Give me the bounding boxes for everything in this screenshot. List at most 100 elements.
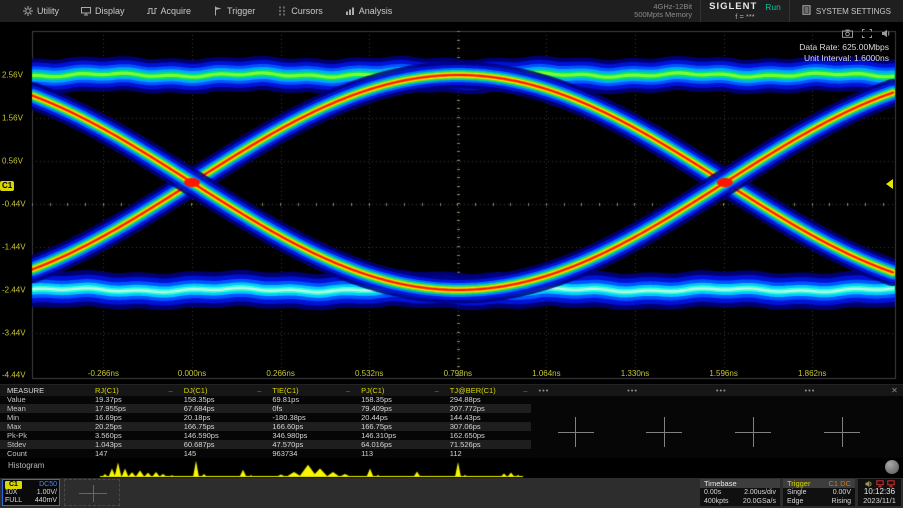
add-measurement-button[interactable]: [558, 417, 594, 447]
system-info: 4GHz-12Bit 500Mpts Memory: [634, 3, 692, 20]
menu-item-display[interactable]: Display: [70, 0, 136, 22]
collapse-column-button[interactable]: –: [523, 386, 527, 395]
measure-value-cell: 147: [88, 449, 177, 458]
unit-interval-readout: Unit Interval: 1.6000ns: [799, 53, 889, 64]
measure-value-cell: 158.35ps: [177, 396, 266, 405]
menu-item-acquire[interactable]: Acquire: [136, 0, 203, 22]
menu-item-analysis[interactable]: Analysis: [334, 0, 404, 22]
hint-bubble[interactable]: [885, 460, 899, 474]
measure-value-cell: 162.650ps: [443, 431, 532, 440]
add-measurement-button[interactable]: [646, 417, 682, 447]
timebase-descriptor[interactable]: Timebase 0.00s 2.00us/div 400kpts 20.0GS…: [700, 479, 780, 506]
edge-cell: [886, 413, 903, 422]
collapse-column-button[interactable]: –: [435, 386, 439, 395]
plot-corner-icons: [842, 25, 891, 43]
measure-value-cell: 307.06ps: [443, 422, 532, 431]
measure-value-cell: 294.88ps: [443, 396, 532, 405]
measure-column-header[interactable]: TJ@BER(C1)–: [443, 385, 532, 396]
measure-table-close-button[interactable]: ✕: [886, 385, 903, 396]
timebase-delay: 0.00s: [704, 488, 721, 497]
empty-measure-column-header: •••: [709, 385, 798, 396]
y-axis-tick-label: -1.44V: [2, 243, 26, 252]
measure-value-cell: 207.772ps: [443, 404, 532, 413]
eye-diagram-canvas[interactable]: [0, 22, 903, 384]
add-measurement-button[interactable]: [824, 417, 860, 447]
system-settings-label: SYSTEM SETTINGS: [816, 7, 891, 16]
x-axis-tick-label: 0.532ns: [355, 369, 383, 378]
empty-cell: [620, 396, 709, 405]
camera-icon[interactable]: [842, 25, 853, 43]
trigger-frequency-readout: f = ***: [709, 12, 781, 21]
waveform-display: 2.56V1.56V0.56V-0.44V-1.44V-2.44V-3.44V-…: [0, 22, 903, 384]
acquire-icon: [147, 6, 157, 16]
measure-value-cell: 71.526ps: [443, 440, 532, 449]
edge-cell: [886, 404, 903, 413]
measure-value-cell: 146.590ps: [177, 431, 266, 440]
menu-item-utility[interactable]: Utility: [12, 0, 70, 22]
trigger-mode: Single: [787, 488, 806, 497]
y-axis-tick-label: -3.44V: [2, 329, 26, 338]
fullscreen-icon[interactable]: [862, 25, 872, 43]
collapse-column-button[interactable]: –: [257, 386, 261, 395]
y-axis-tick-label: 2.56V: [2, 71, 23, 80]
measure-column-header[interactable]: DJ(C1)–: [177, 385, 266, 396]
add-measurement-button[interactable]: [735, 417, 771, 447]
status-icons: [858, 479, 901, 487]
measure-value-cell: 20.44ps: [354, 413, 443, 422]
trigger-flag-icon: [213, 6, 223, 16]
empty-cell: [620, 449, 709, 458]
menu-bar-right: 4GHz-12Bit 500Mpts Memory SIGLENT Run f …: [634, 0, 903, 22]
empty-cell: [709, 396, 798, 405]
measure-value-cell: 113: [354, 449, 443, 458]
channel-descriptor-c1[interactable]: C1 DC50 10X 1.00V/ FULL 440mV: [2, 479, 60, 506]
run-status-badge[interactable]: Run: [765, 2, 781, 12]
system-info-memory: 500Mpts Memory: [634, 11, 692, 20]
measure-column-header[interactable]: RJ(C1)–: [88, 385, 177, 396]
edge-cell: [886, 440, 903, 449]
timebase-points: 400kpts: [704, 497, 729, 506]
serial-data-info: Data Rate: 625.00Mbps Unit Interval: 1.6…: [799, 42, 889, 64]
edge-cell: [886, 449, 903, 458]
histogram-label: Histogram: [8, 461, 44, 470]
trigger-source: C1 DC: [828, 479, 851, 488]
measure-value-cell: 158.35ps: [354, 396, 443, 405]
menu-item-trigger[interactable]: Trigger: [202, 0, 266, 22]
add-channel-button[interactable]: [64, 479, 120, 506]
measure-value-cell: 3.560ps: [88, 431, 177, 440]
clock-box[interactable]: 10:12:36 2023/11/1: [858, 479, 901, 506]
display-icon: [81, 6, 91, 16]
measure-column-header[interactable]: PJ(C1)–: [354, 385, 443, 396]
menu-items: UtilityDisplayAcquireTriggerCursorsAnaly…: [0, 0, 403, 22]
measure-value-cell: 17.955ps: [88, 404, 177, 413]
y-axis-tick-label: -2.44V: [2, 286, 26, 295]
collapse-column-button[interactable]: –: [169, 386, 173, 395]
measure-column-header[interactable]: TIE(C1)–: [265, 385, 354, 396]
clock-time: 10:12:36: [858, 487, 901, 496]
data-rate-readout: Data Rate: 625.00Mbps: [799, 42, 889, 53]
measure-value-cell: 145: [177, 449, 266, 458]
system-settings-button[interactable]: SYSTEM SETTINGS: [790, 0, 903, 22]
empty-cell: [709, 449, 798, 458]
measure-value-cell: 346.980ps: [265, 431, 354, 440]
collapse-column-button[interactable]: –: [346, 386, 350, 395]
channel-scale: 1.00V/: [37, 489, 57, 497]
empty-cell: [798, 396, 887, 405]
measure-value-cell: 166.75ps: [354, 422, 443, 431]
channel-level-marker[interactable]: C1: [0, 181, 14, 191]
bottom-bar: C1 DC50 10X 1.00V/ FULL 440mV Timebase 0…: [0, 478, 903, 508]
speaker-icon[interactable]: [881, 25, 891, 43]
measure-value-cell: 146.310ps: [354, 431, 443, 440]
empty-measure-column-header: •••: [531, 385, 620, 396]
x-axis-tick-label: 1.596ns: [709, 369, 737, 378]
histogram-canvas: [0, 458, 903, 478]
trigger-level-arrow[interactable]: [886, 179, 893, 189]
empty-cell: [709, 404, 798, 413]
menu-bar: UtilityDisplayAcquireTriggerCursorsAnaly…: [0, 0, 903, 22]
measure-value-cell: -180.38ps: [265, 413, 354, 422]
empty-measure-column-header: •••: [798, 385, 887, 396]
trigger-descriptor[interactable]: Trigger C1 DC Single 0.00V Edge Rising: [783, 479, 855, 506]
x-axis-tick-label: 1.862ns: [798, 369, 826, 378]
measure-value-cell: 166.60ps: [265, 422, 354, 431]
menu-item-cursors[interactable]: Cursors: [266, 0, 334, 22]
channel-offset: 440mV: [35, 497, 57, 505]
